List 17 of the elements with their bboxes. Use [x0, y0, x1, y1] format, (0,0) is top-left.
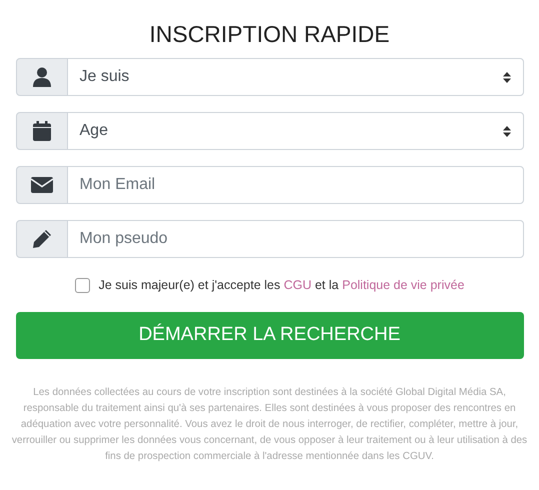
dropdown[interactable]: Je suis	[66, 58, 524, 96]
text-field[interactable]: Mon Email	[66, 166, 524, 204]
privacy-notice: Les données collectées au cours de votre inscription sont destinées à la société Global Digital Média SA, responsable du traitement ainsi qu'à ses partenaires. Elles sont destinées à vous proposer des rencontres en adéquation avec votre personnalité. Vous avez le droit de nous interroger, de rectifier, compléter, mettre à jour, verrouiller ou supprimer les données vous concernant, de vous opposer à leur traitement ou à leur utilisation à des fins de prospection commerciale à l'adresse mentionnée dans les CGUV.	[10, 386, 528, 464]
form-title: INSCRIPTION RAPIDE	[149, 20, 390, 48]
consent-label: Je suis majeur(e) et j'accepte les CGU et la Politique de vie privée	[98, 277, 464, 294]
dropdown[interactable]: Age	[66, 112, 524, 150]
pencil-icon	[32, 229, 52, 249]
envelope-icon	[30, 177, 52, 193]
start-search-button[interactable]: DÉMARRER LA RECHERCHE	[16, 312, 524, 359]
policy-link[interactable]: CGU	[284, 278, 312, 292]
sort-caret-icon	[502, 126, 510, 136]
user-icon	[32, 67, 50, 87]
text-field[interactable]: Mon pseudo	[66, 220, 524, 258]
checkbox[interactable]	[74, 278, 90, 293]
policy-link[interactable]: Politique de vie privée	[342, 278, 464, 292]
calendar-icon	[32, 121, 50, 141]
sort-caret-icon	[502, 72, 510, 82]
